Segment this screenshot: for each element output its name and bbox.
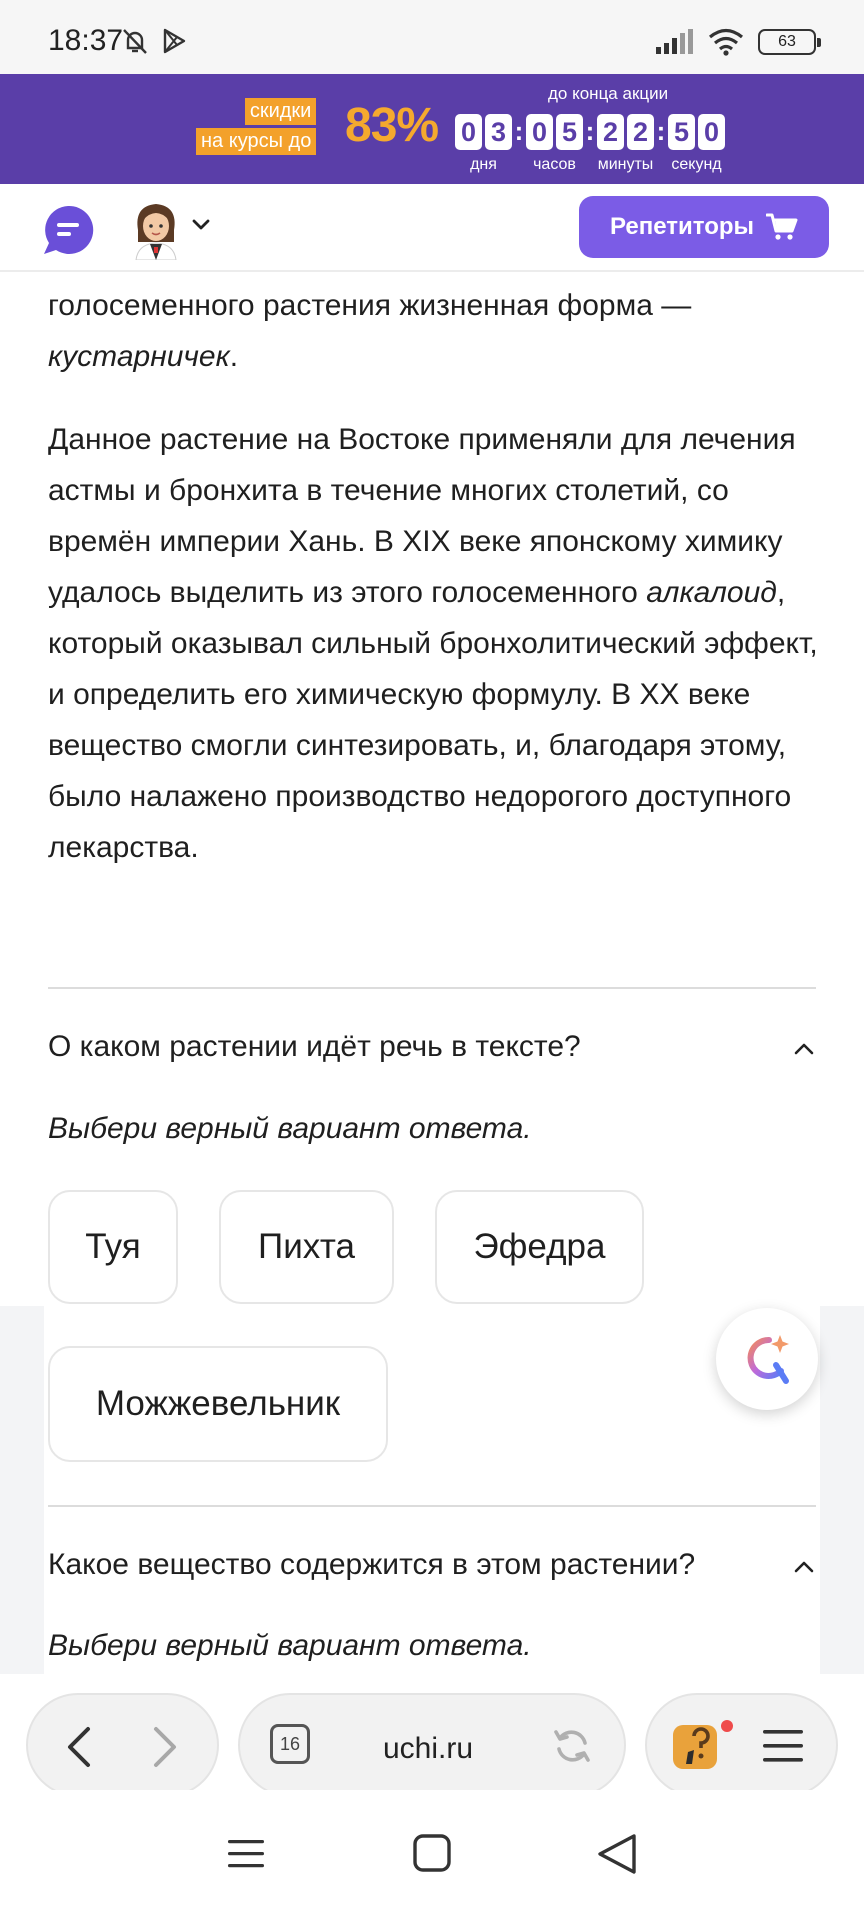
promo-label-discount: скидки — [244, 98, 317, 125]
status-time: 18:37 — [48, 24, 124, 57]
question-1-text: О каком растении идёт речь в тексте? — [48, 1030, 581, 1063]
answer-option-thuja[interactable]: Туя — [48, 1190, 178, 1304]
app-header: Репетиторы — [0, 184, 864, 272]
tab-count-button[interactable]: 16 — [270, 1724, 310, 1764]
battery-indicator: 63 — [758, 29, 821, 55]
article-content[interactable]: голосеменного растения жизненная форма —… — [0, 272, 864, 1674]
status-system-icons: 63 — [654, 28, 821, 56]
p1-tail: . — [229, 340, 239, 373]
cart-icon — [766, 213, 798, 240]
timer-seconds-label: секунд — [671, 156, 722, 173]
p1-line1: голосеменного растения жизненная форма — — [48, 289, 692, 322]
timer-digit: 0 — [526, 114, 553, 150]
status-notification-icons — [120, 26, 188, 56]
countdown-timer: 0 3 дня : 0 5 часов : 2 2 минуты : 5 0 с… — [455, 114, 725, 174]
timer-digit: 0 — [698, 114, 725, 150]
home-icon[interactable] — [412, 1833, 452, 1873]
tutors-button-label: Репетиторы — [609, 213, 755, 240]
timer-separator: : — [514, 116, 524, 146]
question-2-hint: Выбери верный вариант ответа. — [48, 1629, 532, 1662]
timer-digit: 5 — [668, 114, 695, 150]
question-1-hint: Выбери верный вариант ответа. — [48, 1112, 532, 1145]
notification-dot — [721, 1720, 733, 1732]
game-app-icon[interactable] — [672, 1724, 718, 1770]
signal-icon — [656, 29, 693, 54]
timer-hours: 0 5 часов — [526, 114, 583, 174]
chevron-up-icon[interactable] — [794, 1560, 814, 1574]
p2-text-b: , который оказывал сильный бронхолитичес… — [48, 576, 818, 864]
chat-button[interactable] — [42, 204, 94, 256]
system-navigation-bar — [0, 1790, 864, 1920]
wifi-icon — [708, 28, 744, 56]
answer-option-juniper[interactable]: Можжевельник — [48, 1346, 388, 1462]
tutors-button[interactable]: Репетиторы — [579, 196, 829, 258]
timer-digit: 2 — [597, 114, 624, 150]
avatar[interactable] — [130, 200, 182, 261]
back-triangle-icon[interactable] — [596, 1832, 638, 1876]
chevron-up-icon[interactable] — [794, 1042, 814, 1056]
promo-percent: 83% — [345, 99, 439, 152]
browser-toolbar: 16 uchi.ru — [0, 1674, 864, 1797]
timer-digit: 3 — [485, 114, 512, 150]
forward-arrow-icon[interactable] — [148, 1725, 182, 1769]
timer-days: 0 3 дня — [455, 114, 512, 174]
silent-bell-icon — [123, 29, 147, 54]
promo-labels: скидки на курсы до — [196, 98, 317, 155]
hamburger-menu-icon[interactable] — [762, 1727, 804, 1765]
recent-apps-icon[interactable] — [226, 1834, 266, 1874]
p2-emphasis: алкалоид — [646, 576, 777, 609]
timer-digit: 5 — [556, 114, 583, 150]
assistant-icon — [747, 1335, 789, 1384]
timer-minutes-label: минуты — [597, 156, 654, 173]
p1-emphasis: кустарничек — [48, 340, 230, 373]
avatar-image — [135, 204, 177, 261]
divider — [48, 1505, 816, 1507]
timer-separator: : — [585, 116, 595, 146]
promo-banner[interactable]: скидки на курсы до 83% до конца акции 0 … — [0, 74, 864, 184]
navigation-pill — [26, 1693, 219, 1797]
promo-until-text: до конца акции — [548, 84, 669, 103]
assistant-button[interactable] — [716, 1308, 818, 1410]
timer-digit: 2 — [627, 114, 654, 150]
timer-seconds: 5 0 секунд — [668, 114, 725, 174]
status-bar: 18:37 63 — [0, 0, 864, 74]
back-arrow-icon[interactable] — [62, 1725, 96, 1769]
timer-minutes: 2 2 минуты — [597, 114, 654, 174]
answer-option-fir[interactable]: Пихта — [219, 1190, 394, 1304]
divider — [48, 987, 816, 989]
chat-bubble-icon — [44, 205, 94, 254]
chevron-down-icon[interactable] — [192, 218, 210, 232]
article-paragraph-2: Данное растение на Востоке применяли для… — [48, 414, 823, 873]
play-store-icon — [163, 28, 186, 54]
answer-option-ephedra[interactable]: Эфедра — [435, 1190, 644, 1304]
article-paragraph-1: голосеменного растения жизненная форма —… — [48, 280, 828, 382]
url-text[interactable]: uchi.ru — [383, 1732, 473, 1766]
timer-hours-label: часов — [533, 156, 576, 173]
timer-separator: : — [656, 116, 666, 146]
promo-label-courses: на курсы до — [196, 128, 317, 155]
timer-digit: 0 — [455, 114, 482, 150]
reload-icon[interactable] — [552, 1726, 592, 1766]
timer-days-label: дня — [470, 156, 497, 173]
question-2-text: Какое вещество содержится в этом растени… — [48, 1548, 696, 1581]
